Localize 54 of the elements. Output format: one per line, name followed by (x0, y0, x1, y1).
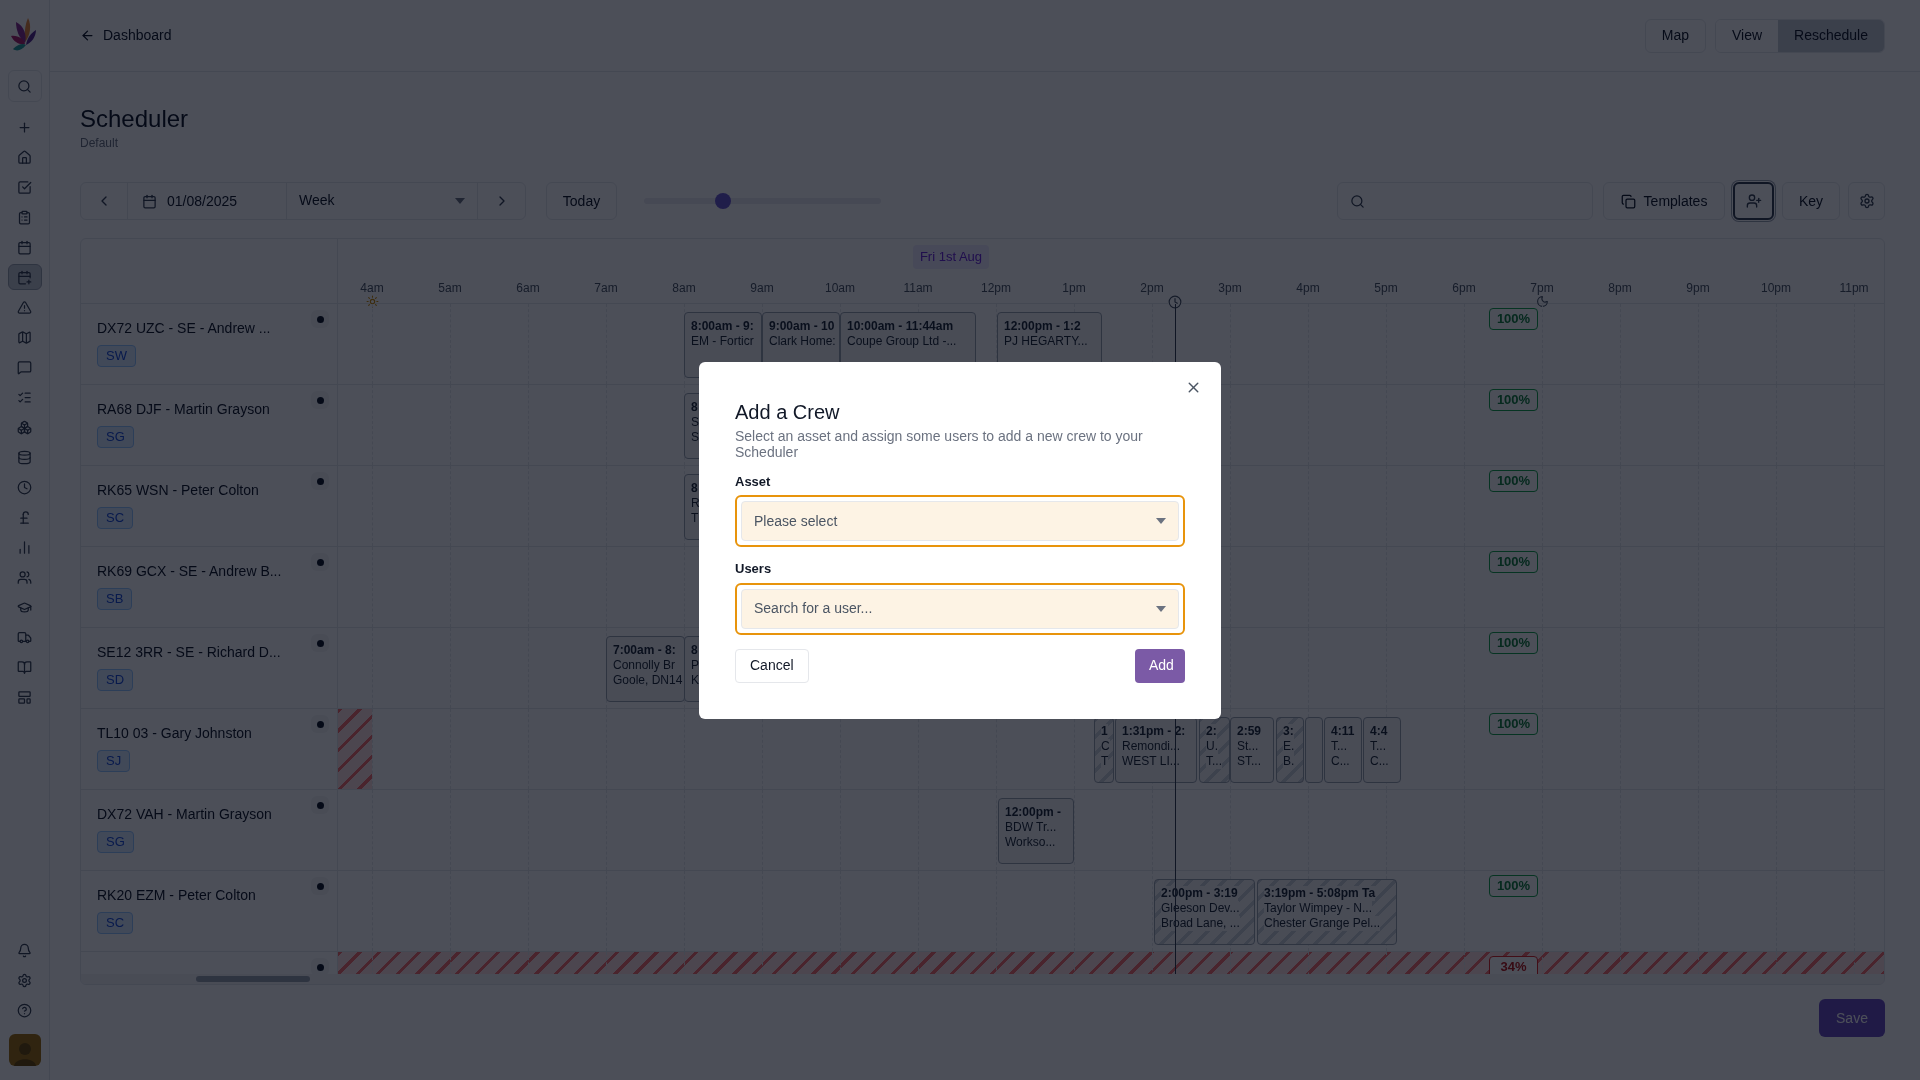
event-text: C... (1370, 754, 1389, 769)
event-text: C... (1331, 754, 1350, 769)
field-label: Users (735, 560, 773, 578)
caret-icon (1156, 518, 1166, 524)
event-text: R (691, 496, 700, 511)
event-text: 4:11 (1331, 724, 1355, 739)
event-text: Remondi... (1122, 739, 1181, 754)
event-text: BDW Tr... (1005, 820, 1057, 835)
crew-name: RK20 EZM - Peter Colton (97, 886, 257, 905)
event-text: 8 (691, 481, 698, 496)
event-text: WEST LI... (1122, 754, 1180, 769)
select-field[interactable]: Please select (735, 495, 1185, 547)
field-label: Asset (735, 472, 772, 491)
caret-icon (1156, 605, 1166, 612)
crew-name: RK65 WSN - Peter Colton (97, 481, 260, 500)
crew-name: TL10 03 - Gary Johnston (97, 724, 253, 743)
event-text: EM - Forticr (691, 334, 754, 349)
event-text: ST... (1237, 754, 1261, 769)
event-text: 12:00pm - (1005, 805, 1062, 820)
event-text: 4:4 (1370, 724, 1388, 739)
event-text: 9:00am - 10 (769, 319, 835, 334)
event-text: Clark Home: (769, 334, 836, 349)
event-text: S (691, 415, 699, 430)
event-text: T... (1370, 739, 1386, 754)
event-text: 8:00am - 9: (691, 319, 754, 334)
event-text: Coupe Group Ltd -... (847, 334, 957, 349)
crew-name: DX72 VAH - Martin Grayson (97, 805, 273, 824)
event-text: Connolly Br (613, 658, 676, 673)
event-text: 8 (691, 400, 698, 415)
event-text: T... (1331, 739, 1347, 754)
event-text: Workso... (1005, 835, 1056, 850)
event-text: 7:00am - 8: (613, 643, 676, 658)
event-text: Goole, DN14 (613, 673, 683, 688)
event-text: T (691, 511, 699, 526)
event-text: PJ HEGARTY... (1004, 334, 1088, 349)
dialog-title: Add a Crew (735, 399, 841, 424)
event-text: 10:00am - 11:44am (847, 319, 954, 334)
page-title: Scheduler (80, 104, 190, 134)
crew-name: DX72 UZC - SE - Andrew ... (97, 319, 272, 338)
select-field[interactable]: Search for a user... (735, 582, 1185, 635)
event-text: 8 (691, 643, 698, 658)
event-text: 2:59 (1237, 724, 1262, 739)
add-button[interactable]: Add (1135, 648, 1185, 683)
event-text: K (691, 673, 699, 688)
date-text: 01/08/2025 (167, 191, 238, 211)
crew-name: RK69 GCX - SE - Andrew B... (97, 562, 283, 581)
event-text: 12:00pm - 1:2 (1004, 319, 1081, 334)
crew-name: SE12 3RR - SE - Richard D... (97, 643, 282, 662)
event-text: P (691, 658, 699, 673)
event-text: St... (1237, 739, 1259, 754)
event-text: S (691, 430, 699, 445)
crew-name: RA68 DJF - Martin Grayson (97, 400, 271, 419)
dialog-description: Select an asset and assign some users to add a new crew to your Scheduler (735, 427, 1144, 460)
cancel-button[interactable]: Cancel (735, 648, 809, 683)
